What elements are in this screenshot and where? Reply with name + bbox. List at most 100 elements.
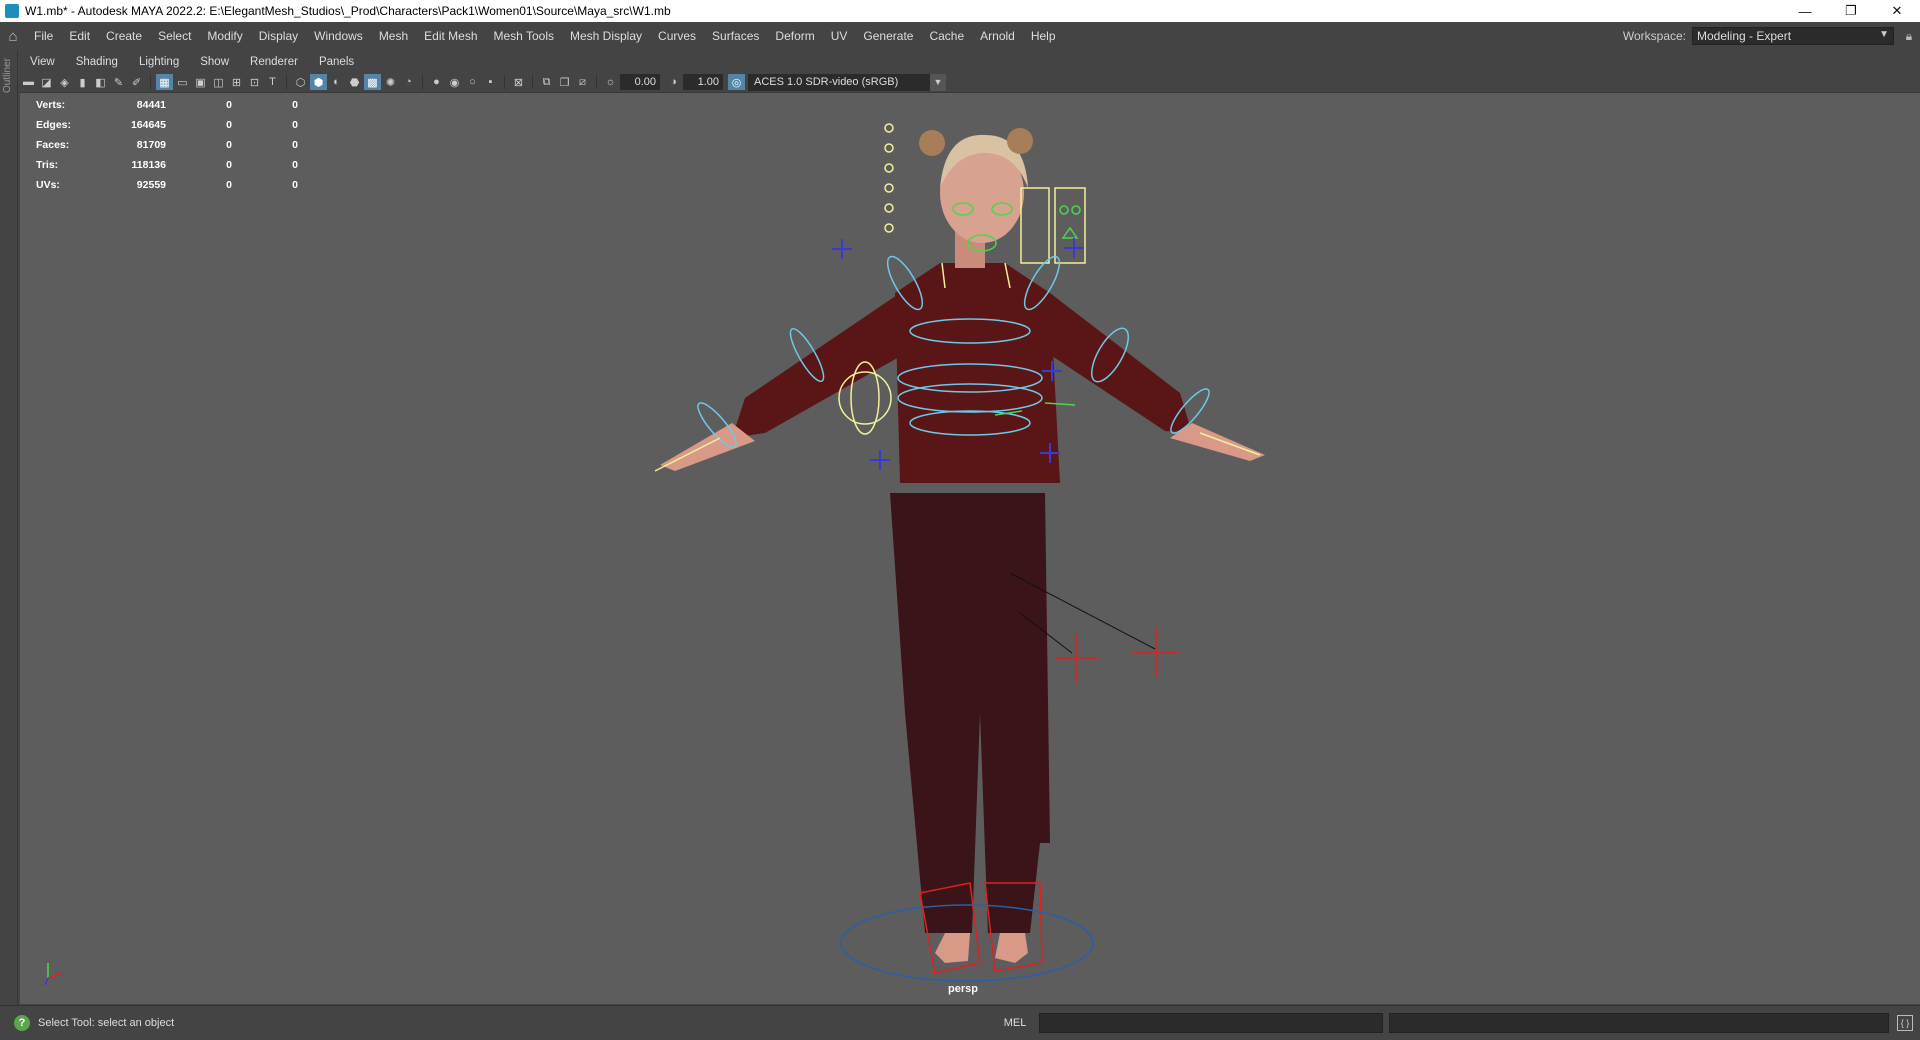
- pv-cross-right-arm[interactable]: [1064, 238, 1084, 258]
- menu-edit[interactable]: Edit: [61, 22, 98, 50]
- exposure-field[interactable]: 0.00: [620, 74, 660, 90]
- help-question-icon[interactable]: ?: [14, 1015, 30, 1031]
- face-panel-ctrl-2[interactable]: [1054, 187, 1086, 264]
- exposure-icon[interactable]: ☼: [602, 74, 619, 90]
- menu-mesh[interactable]: Mesh: [371, 22, 416, 50]
- command-language-label[interactable]: MEL: [995, 1017, 1035, 1029]
- command-result-field: [1389, 1013, 1889, 1033]
- color-management-icon[interactable]: ◎: [728, 74, 745, 90]
- cog-ctrl[interactable]: [838, 371, 892, 425]
- main-menu-bar: ⌂ File Edit Create Select Modify Display…: [0, 22, 1920, 50]
- menu-select[interactable]: Select: [150, 22, 199, 50]
- camera-attributes-icon[interactable]: ◪: [38, 74, 55, 90]
- command-line-input[interactable]: [1039, 1013, 1383, 1033]
- menu-generate[interactable]: Generate: [855, 22, 921, 50]
- panel-menu-panels[interactable]: Panels: [309, 56, 365, 68]
- head-ctrl-dot[interactable]: [884, 203, 894, 213]
- pv-cross-left-leg[interactable]: [870, 450, 890, 470]
- grease-pencil-icon[interactable]: ✎: [110, 74, 127, 90]
- menu-uv[interactable]: UV: [823, 22, 856, 50]
- home-icon[interactable]: ⌂: [0, 22, 26, 50]
- lock-icon[interactable]: 🔒︎: [1898, 29, 1920, 44]
- menu-mesh-display[interactable]: Mesh Display: [562, 22, 650, 50]
- workspace-label: Workspace:: [1622, 29, 1686, 43]
- menu-create[interactable]: Create: [98, 22, 150, 50]
- gamma-icon[interactable]: ◑: [665, 74, 682, 90]
- pv-cross-left-arm[interactable]: [832, 239, 852, 259]
- axis-gizmo: [44, 963, 63, 986]
- character-model[interactable]: [660, 128, 1265, 963]
- head-ctrl-dot[interactable]: [884, 163, 894, 173]
- menu-mesh-tools[interactable]: Mesh Tools: [486, 22, 562, 50]
- motion-blur-icon[interactable]: ◉: [446, 74, 463, 90]
- menu-file[interactable]: File: [26, 22, 61, 50]
- panel-menu-lighting[interactable]: Lighting: [129, 56, 190, 68]
- face-panel-eye: [1059, 205, 1069, 215]
- gamma-field[interactable]: 1.00: [683, 74, 723, 90]
- field-chart-icon[interactable]: ⊞: [228, 74, 245, 90]
- menu-cache[interactable]: Cache: [921, 22, 972, 50]
- screen-space-ao-icon[interactable]: ●: [428, 74, 445, 90]
- knee-locator-right[interactable]: [1132, 628, 1180, 678]
- menu-help[interactable]: Help: [1023, 22, 1064, 50]
- workspace-select[interactable]: Modeling - Expert ▼: [1692, 27, 1894, 45]
- panel-menu-renderer[interactable]: Renderer: [240, 56, 309, 68]
- menu-modify[interactable]: Modify: [199, 22, 250, 50]
- perspective-viewport[interactable]: Verts: 84441 0 0 Edges: 164645 0 0 Faces…: [20, 92, 1920, 1004]
- smooth-shade-icon[interactable]: ⬢: [310, 74, 327, 90]
- depth-of-field-icon[interactable]: ▪: [482, 74, 499, 90]
- xray-active-icon[interactable]: ❐: [556, 74, 573, 90]
- anti-aliasing-icon[interactable]: ○: [464, 74, 481, 90]
- menu-display[interactable]: Display: [251, 22, 306, 50]
- xray-icon[interactable]: ⧉: [538, 74, 555, 90]
- face-panel-ctrl[interactable]: [1020, 187, 1050, 264]
- grid-icon[interactable]: ▦: [156, 74, 173, 90]
- resolution-gate-icon[interactable]: ▣: [192, 74, 209, 90]
- panel-menu-view[interactable]: View: [20, 56, 66, 68]
- restore-button[interactable]: ❐: [1828, 0, 1874, 22]
- menu-windows[interactable]: Windows: [306, 22, 371, 50]
- chevron-down-icon: ▼: [1879, 29, 1889, 40]
- menu-arnold[interactable]: Arnold: [972, 22, 1023, 50]
- image-plane-icon[interactable]: ◧: [92, 74, 109, 90]
- bookmarks-icon[interactable]: ◈: [56, 74, 73, 90]
- panel-menu-shading[interactable]: Shading: [66, 56, 129, 68]
- safe-title-icon[interactable]: T: [264, 74, 281, 90]
- menu-deform[interactable]: Deform: [767, 22, 822, 50]
- head-ctrl-dot[interactable]: [884, 143, 894, 153]
- knee-locator-left[interactable]: [1055, 633, 1100, 683]
- isolate-select-icon[interactable]: ⊠: [510, 74, 527, 90]
- menu-edit-mesh[interactable]: Edit Mesh: [416, 22, 485, 50]
- film-gate-icon[interactable]: ▭: [174, 74, 191, 90]
- default-material-icon[interactable]: ◐: [328, 74, 345, 90]
- script-editor-icon[interactable]: { }: [1897, 1015, 1913, 1031]
- help-line: ? Select Tool: select an object MEL { }: [0, 1005, 1920, 1040]
- bookmark-icon[interactable]: ▮: [74, 74, 91, 90]
- safe-action-icon[interactable]: ⊡: [246, 74, 263, 90]
- head-ctrl-dot[interactable]: [884, 183, 894, 193]
- use-all-lights-icon[interactable]: ✺: [382, 74, 399, 90]
- head-ctrl-dot[interactable]: [884, 123, 894, 133]
- menu-curves[interactable]: Curves: [650, 22, 704, 50]
- window-title: W1.mb* - Autodesk MAYA 2022.2: E:\Elegan…: [25, 4, 671, 18]
- gate-mask-icon[interactable]: ◫: [210, 74, 227, 90]
- outliner-tab[interactable]: Outliner: [2, 58, 13, 93]
- select-camera-icon[interactable]: ▬: [20, 74, 37, 90]
- minimize-button[interactable]: —: [1782, 0, 1828, 22]
- wireframe-on-shaded-icon[interactable]: ⬣: [346, 74, 363, 90]
- wireframe-icon[interactable]: ⬡: [292, 74, 309, 90]
- panel-menu-show[interactable]: Show: [190, 56, 240, 68]
- close-button[interactable]: ✕: [1874, 0, 1920, 22]
- pencil-icon[interactable]: ✐: [128, 74, 145, 90]
- menu-surfaces[interactable]: Surfaces: [704, 22, 767, 50]
- right-arm: [1040, 293, 1192, 433]
- shadows-icon[interactable]: ◔: [400, 74, 417, 90]
- hair-bun-left: [919, 130, 945, 156]
- axis-z: [44, 977, 49, 986]
- left-hand: [660, 423, 755, 471]
- head-ctrl-dot[interactable]: [884, 223, 894, 233]
- view-transform-select[interactable]: ACES 1.0 SDR-video (sRGB) ▼: [748, 73, 946, 91]
- xray-joints-icon[interactable]: ⧄: [574, 74, 591, 90]
- scene-canvas: [44, 123, 1265, 986]
- textured-icon[interactable]: ▩: [364, 74, 381, 90]
